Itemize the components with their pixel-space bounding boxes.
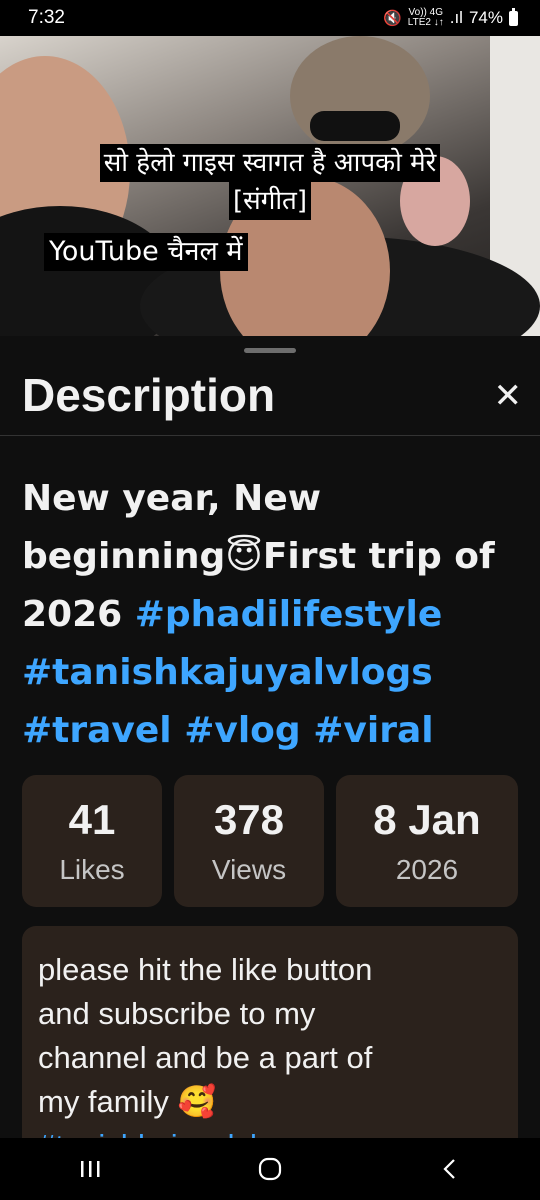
- recent-apps-icon: [81, 1161, 100, 1177]
- close-icon[interactable]: ✕: [494, 376, 523, 416]
- hashtag-link[interactable]: #vlog: [184, 710, 300, 751]
- views-count: 378: [213, 796, 285, 843]
- views-label: Views: [211, 854, 287, 885]
- mute-icon: 🔇: [383, 10, 402, 27]
- date-stat: 8 Jan 2026: [336, 775, 518, 907]
- video-player[interactable]: सो हेलो गाइस स्वागत है आपको मेरे [संगीत]…: [0, 36, 540, 336]
- home-icon: [258, 1157, 282, 1181]
- signal-icon: .ıl: [449, 8, 463, 27]
- status-bar: 7:32 🔇 Vo)) 4G LTE2 ↓↑ .ıl 74%: [0, 0, 540, 36]
- back-icon: [443, 1159, 455, 1179]
- views-stat: 378 Views: [174, 775, 324, 907]
- description-text: please hit the like button and subscribe…: [38, 952, 373, 1119]
- status-time: 7:32: [28, 7, 65, 28]
- video-title: New year, New beginning😇First trip of 20…: [22, 478, 495, 751]
- sheet-title: Description: [22, 369, 276, 421]
- hashtag-link[interactable]: #tanishkajuyalvlogs: [22, 652, 433, 693]
- status-icons: 🔇 Vo)) 4G LTE2 ↓↑ .ıl 74%: [383, 7, 518, 28]
- description-sheet: Description ✕ New year, New beginning😇Fi…: [0, 338, 540, 1138]
- sheet-header: Description ✕: [0, 362, 540, 436]
- hashtag-link[interactable]: #tanishkajuyalvl...: [38, 1124, 502, 1138]
- back-button[interactable]: [390, 1138, 510, 1200]
- video-stats: 41 Likes 378 Views 8 Jan 2026: [22, 775, 518, 907]
- smiling-hearts-emoji: 🥰: [177, 1084, 217, 1119]
- caption-line: YouTube चैनल में: [44, 233, 248, 271]
- video-frame-shape: [310, 111, 400, 141]
- video-captions: सो हेलो गाइस स्वागत है आपको मेरे [संगीत]: [0, 144, 540, 220]
- hashtag-link[interactable]: #travel: [22, 710, 172, 751]
- system-navigation-bar: [0, 1138, 540, 1200]
- smiling-halo-emoji: 😇: [225, 536, 263, 577]
- description-body[interactable]: please hit the like button and subscribe…: [22, 926, 518, 1138]
- publish-date: 8 Jan: [373, 796, 481, 843]
- hashtag-link[interactable]: #phadilifestyle: [135, 594, 443, 635]
- hashtag-link[interactable]: #viral: [313, 710, 433, 751]
- publish-year: 2026: [395, 854, 459, 885]
- home-button[interactable]: [210, 1138, 330, 1200]
- caption-line: सो हेलो गाइस स्वागत है आपको मेरे: [99, 144, 441, 182]
- network-indicator: Vo)) 4G LTE2 ↓↑: [407, 7, 444, 28]
- likes-stat: 41 Likes: [22, 775, 162, 907]
- likes-count: 41: [68, 796, 116, 843]
- drag-handle[interactable]: [244, 348, 296, 353]
- caption-line: [संगीत]: [228, 182, 312, 220]
- battery-icon: [509, 7, 518, 26]
- recent-apps-button[interactable]: [30, 1138, 150, 1200]
- likes-label: Likes: [59, 854, 125, 885]
- battery-percent: 74%: [468, 8, 503, 27]
